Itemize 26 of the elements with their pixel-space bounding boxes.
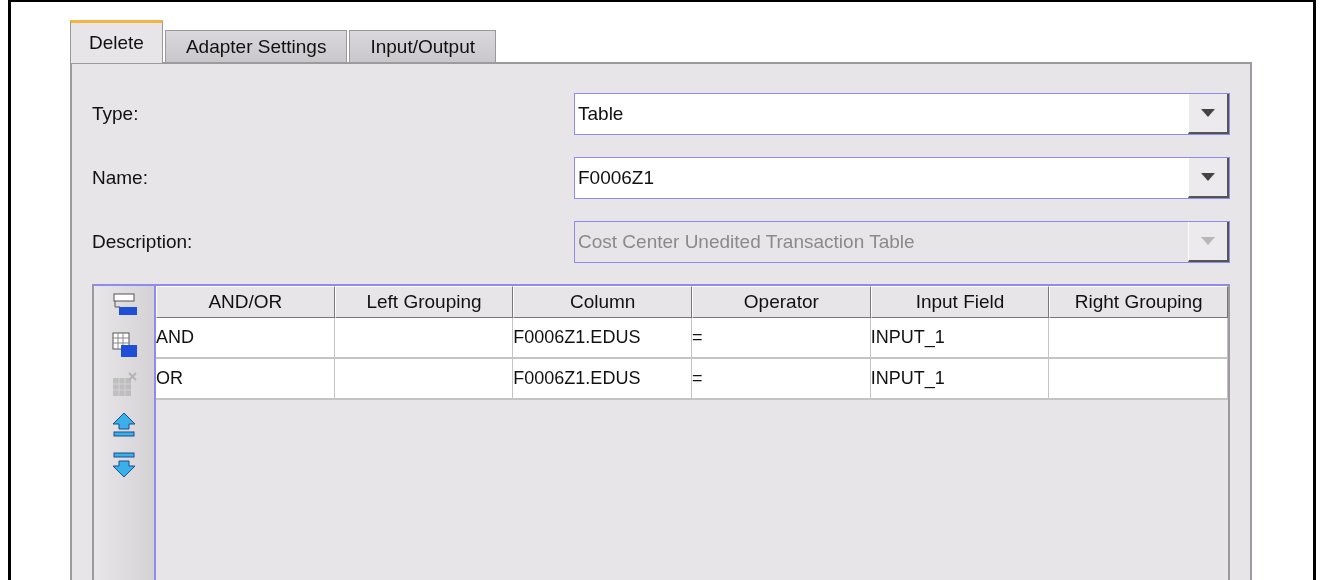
tab[interactable]: Input/Output [349, 30, 496, 62]
field-label: Name: [92, 167, 148, 189]
column-header[interactable]: Input Field [870, 286, 1050, 318]
column-header[interactable]: AND/OR [156, 286, 335, 318]
append-row-icon[interactable] [109, 330, 139, 360]
column-header[interactable]: Left Grouping [334, 286, 514, 318]
column-header[interactable]: Column [513, 286, 692, 318]
tab[interactable]: Adapter Settings [164, 30, 348, 62]
dropdown-arrow-icon [1201, 237, 1215, 245]
table-cell: = [692, 318, 871, 359]
combo-box[interactable]: F0006Z1 [574, 157, 1230, 199]
dropdown-arrow-icon [1201, 109, 1215, 117]
table-cell: = [692, 359, 871, 400]
combo-box[interactable]: Table [574, 93, 1230, 135]
table-cell: OR [156, 359, 335, 400]
tab[interactable]: Delete [70, 20, 163, 63]
column-header[interactable]: Right Grouping [1049, 286, 1228, 318]
table-cell: F0006Z1.EDUS [513, 359, 692, 400]
dropdown-arrow-icon [1201, 173, 1215, 181]
table-cell: INPUT_1 [870, 359, 1050, 400]
field-label: Type: [92, 103, 139, 125]
column-header[interactable]: Operator [692, 286, 871, 318]
field-label: Description: [92, 231, 193, 253]
table-cell: INPUT_1 [870, 318, 1050, 359]
table-cell: AND [156, 318, 335, 359]
table-cell: F0006Z1.EDUS [513, 318, 692, 359]
